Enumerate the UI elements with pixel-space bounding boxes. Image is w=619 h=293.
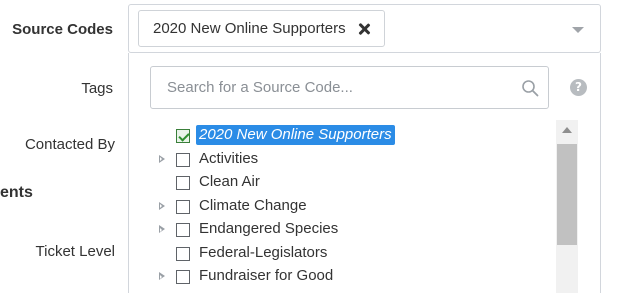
expand-arrow-icon[interactable] [158, 201, 166, 212]
tree-item[interactable]: Clean Air [158, 171, 548, 195]
search-icon[interactable] [521, 79, 539, 97]
source-code-tree: 2020 New Online Supporters Activities Clea… [158, 124, 548, 289]
selected-source-chip-label: 2020 New Online Supporters [153, 20, 346, 37]
scroll-up-arrow-icon[interactable] [562, 127, 572, 133]
tree-item[interactable]: Endangered Species [158, 218, 548, 242]
tree-item[interactable]: Federal-Legislators [158, 242, 548, 266]
tree-item-checkbox[interactable] [176, 199, 190, 214]
tree-item-label[interactable]: Endangered Species [199, 220, 338, 237]
source-code-search-input[interactable] [151, 67, 548, 108]
section-heading-partial: ents [0, 184, 33, 201]
tree-item[interactable]: Fundraiser for Good [158, 265, 548, 289]
source-codes-label: Source Codes [12, 21, 113, 38]
tree-item-label[interactable]: Clean Air [199, 173, 260, 190]
tree-item-label[interactable]: Fundraiser for Good [199, 267, 333, 284]
tree-item[interactable]: Climate Change [158, 195, 548, 219]
tags-label: Tags [81, 80, 113, 97]
tree-item-label[interactable]: Climate Change [199, 197, 307, 214]
scrollbar-thumb[interactable] [557, 144, 577, 245]
expand-arrow-icon[interactable] [158, 272, 166, 282]
ticket-level-label: Ticket Level [35, 243, 115, 260]
source-codes-select[interactable]: 2020 New Online Supporters [128, 4, 601, 53]
tree-item[interactable]: Activities [158, 148, 548, 172]
tree-item-label[interactable]: 2020 New Online Supporters [196, 125, 395, 145]
selected-source-chip: 2020 New Online Supporters [138, 10, 385, 47]
tree-item-checkbox[interactable] [176, 152, 190, 167]
expand-arrow-icon[interactable] [158, 154, 166, 165]
contacted-by-label: Contacted By [24, 136, 115, 153]
tree-item-checkbox[interactable] [176, 129, 190, 143]
question-circle-icon[interactable]: ? [570, 79, 587, 96]
dropdown-scrollbar[interactable] [556, 120, 578, 293]
tree-item[interactable]: 2020 New Online Supporters [158, 124, 548, 148]
close-icon[interactable] [358, 23, 370, 35]
tree-item-checkbox[interactable] [176, 246, 190, 261]
tree-item-checkbox[interactable] [176, 176, 190, 190]
tree-item-label[interactable]: Federal-Legislators [199, 244, 327, 261]
search-box [150, 66, 549, 109]
tree-item-checkbox[interactable] [176, 270, 190, 284]
expand-arrow-icon[interactable] [158, 225, 166, 235]
chevron-down-icon[interactable] [572, 27, 584, 33]
tree-item-checkbox[interactable] [176, 223, 190, 237]
tree-item-label[interactable]: Activities [199, 150, 258, 167]
